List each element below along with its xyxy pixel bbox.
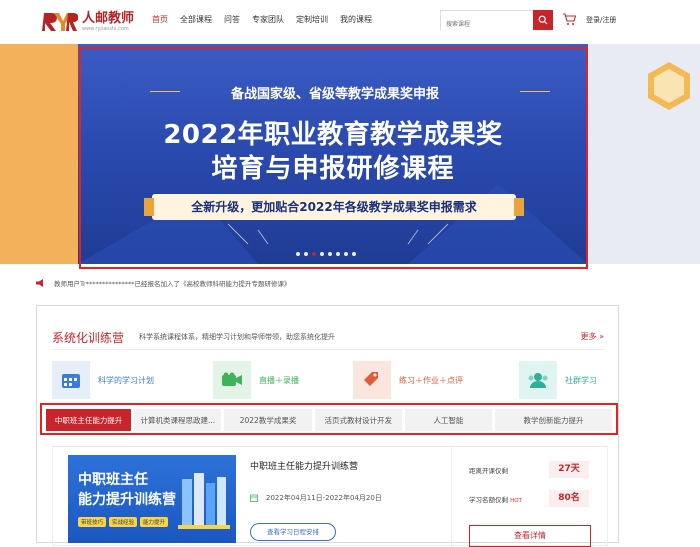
group-icon [519,361,557,399]
countdown-label: 距离开课仅剩 [469,467,508,475]
thumbnail-line2: 能力提升训练营 [78,492,176,508]
feature-label: 直播＋录播 [259,375,299,385]
tab-teaching-innovation[interactable]: 教学创新能力提升 [495,409,612,431]
feature-live-recorded: 直播＋录播 [213,361,299,399]
section-divider [52,349,605,350]
search-icon [538,15,548,25]
thumbnail-tag: 实战经验 [109,517,138,527]
annotation-box-banner [79,47,588,269]
feature-label: 练习＋作业＋点评 [399,375,463,385]
tab-ai[interactable]: 人工智能 [404,409,493,431]
nav-item-qa[interactable]: 问答 [224,14,240,25]
logo-url: www.ryjiaoshi.com [82,25,129,32]
training-camp-section: 系统化训练营 科学系统课程体系，精细学习计划和导师带领，助您系统化提升 更多 »… [36,305,619,547]
feature-label: 科学的学习计划 [98,375,154,385]
enrollment-notice: 教师用户Tr***************已经报名加入了《高校教师科研能力提升专… [36,278,290,288]
calendar-icon [250,494,258,502]
tag-icon [353,361,391,399]
tab-computer-ideology[interactable]: 计算机类课程思政建... [134,409,222,431]
thumbnail-tag: 带班技巧 [78,517,107,527]
thumbnail-tags: 带班技巧 实战经验 能力提升 [78,517,171,527]
site-logo[interactable]: 人邮教师 www.ryjiaoshi.com [42,9,134,35]
video-camera-icon [213,361,251,399]
quota-label: 学习名额仅剩 [469,496,508,504]
cart-icon[interactable] [562,12,576,26]
feature-practice: 练习＋作业＋点评 [353,361,463,399]
nav-item-custom-training[interactable]: 定制培训 [296,14,328,25]
calendar-icon [52,361,90,399]
top-header: 人邮教师 www.ryjiaoshi.com 首页 全部课程 问答 专家团队 定… [0,0,700,44]
login-register-link[interactable]: 登录/注册 [586,15,616,25]
feature-study-plan: 科学的学习计划 [52,361,154,399]
tab-vocational-head-teacher[interactable]: 中职班主任能力提升 [46,409,132,431]
tab-loose-leaf-textbook[interactable]: 活页式教材设计开发 [314,409,402,431]
search-box [440,10,553,34]
course-title[interactable]: 中职班主任能力提升训练营 [250,459,358,472]
section-description: 科学系统课程体系，精细学习计划和导师带领，助您系统化提升 [139,333,335,341]
quota-label-wrapper: 学习名额仅剩 HOT [469,494,522,504]
nav-item-home[interactable]: 首页 [152,14,168,25]
quota-value: 80名 [549,490,589,507]
thumbnail-line1: 中职班主任 [78,472,148,488]
double-chevron-right-icon: » [599,332,604,341]
more-link[interactable]: 更多 » [581,331,604,342]
feature-label: 社群学习 [565,375,597,385]
nav-item-all-courses[interactable]: 全部课程 [180,14,212,25]
nav-item-experts[interactable]: 专家团队 [252,14,284,25]
hot-badge: HOT [510,498,522,504]
books-illustration-icon [178,473,230,529]
thumbnail-tag: 能力提升 [140,517,169,527]
course-date-text: 2022年04月11日-2022年04月20日 [266,494,382,502]
logo-name: 人邮教师 [82,10,135,26]
course-category-tabs: 中职班主任能力提升 计算机类课程思政建... 2022教学成果奖 活页式教材设计… [40,403,618,435]
section-title: 系统化训练营 [52,331,125,345]
tab-teaching-achievement[interactable]: 2022教学成果奖 [224,409,312,431]
view-schedule-button[interactable]: 查看学习日程安排 [250,523,336,541]
course-divider [451,447,452,547]
nav-item-my-courses[interactable]: 我的课程 [340,14,372,25]
speaker-icon [36,279,43,287]
view-details-button[interactable]: 查看详情 [469,525,591,547]
course-card: 中职班主任 能力提升训练营 带班技巧 实战经验 能力提升 中职班主任能力提升训练… [52,446,608,547]
course-thumbnail[interactable]: 中职班主任 能力提升训练营 带班技巧 实战经验 能力提升 [68,455,236,543]
search-input[interactable] [441,15,533,34]
search-button[interactable] [533,10,553,30]
banner-right-panel [588,44,700,264]
notice-text: 教师用户Tr***************已经报名加入了《高校教师科研能力提升专… [54,280,291,288]
course-date: 2022年04月11日-2022年04月20日 [250,493,382,503]
feature-community: 社群学习 [519,361,597,399]
logo-mark-icon [42,13,78,31]
countdown-value: 27天 [549,461,589,478]
more-label: 更多 [580,332,597,341]
banner-left-panel [0,44,78,264]
main-nav: 首页 全部课程 问答 专家团队 定制培训 我的课程 [152,14,384,25]
